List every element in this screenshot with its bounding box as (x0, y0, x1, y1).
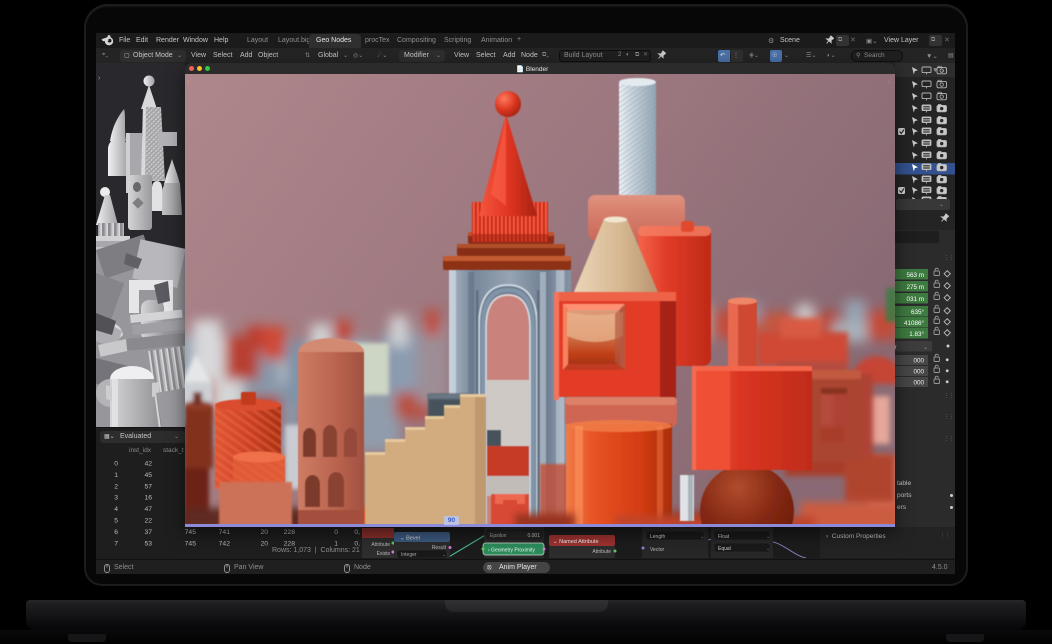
svg-text:275 m: 275 m (906, 284, 924, 291)
svg-text:⌄ Bevel: ⌄ Bevel (400, 536, 420, 542)
svg-text:031 m: 031 m (906, 296, 924, 303)
svg-text:742: 742 (219, 540, 231, 547)
svg-text:⌄: ⌄ (766, 534, 770, 540)
svg-text:42: 42 (144, 461, 152, 468)
svg-text:4: 4 (114, 506, 118, 513)
svg-text:6: 6 (114, 529, 118, 536)
svg-text:20: 20 (260, 540, 268, 547)
svg-text:22: 22 (144, 518, 152, 525)
svg-text:Attribute: Attribute (592, 549, 611, 555)
svg-text:2: 2 (114, 483, 118, 490)
svg-text:635°: 635° (911, 308, 925, 316)
svg-text:741: 741 (219, 529, 231, 536)
svg-text:000: 000 (913, 380, 924, 387)
svg-text:1: 1 (114, 472, 118, 479)
svg-text:Length: Length (650, 534, 666, 540)
svg-text:0: 0 (114, 461, 118, 468)
svg-text:000: 000 (913, 369, 924, 376)
svg-text:Attribute: Attribute (371, 542, 390, 548)
svg-text:000: 000 (913, 358, 924, 365)
svg-text:0: 0 (334, 529, 338, 536)
svg-text:⌄: ⌄ (766, 546, 770, 552)
svg-text:7: 7 (114, 540, 118, 547)
svg-text:57: 57 (144, 483, 152, 490)
svg-text:0,: 0, (354, 529, 360, 536)
svg-text:Float: Float (718, 534, 730, 540)
svg-text:20: 20 (260, 529, 268, 536)
svg-text:3: 3 (114, 495, 118, 502)
svg-text:Exists: Exists (377, 551, 391, 557)
svg-text:⌄: ⌄ (700, 534, 704, 540)
svg-text:563 m: 563 m (906, 272, 924, 279)
svg-text:Integer: Integer (401, 552, 417, 558)
svg-text:745: 745 (185, 540, 197, 547)
svg-text:745: 745 (185, 529, 197, 536)
svg-text:41086°: 41086° (904, 319, 925, 327)
svg-text:⌄ Named Attribute: ⌄ Named Attribute (553, 539, 599, 545)
svg-text:› Geometry Proximity: › Geometry Proximity (488, 548, 535, 554)
svg-text:Equal: Equal (718, 546, 731, 552)
svg-text:Epsilon: Epsilon (490, 533, 507, 539)
svg-text:47: 47 (144, 506, 152, 513)
svg-text:⌄: ⌄ (442, 552, 446, 558)
svg-text:45: 45 (144, 472, 152, 479)
svg-text:1.83°: 1.83° (909, 330, 924, 338)
svg-text:37: 37 (144, 529, 152, 536)
svg-text:0.001: 0.001 (527, 533, 540, 539)
svg-text:228: 228 (284, 529, 296, 536)
svg-text:16: 16 (144, 495, 152, 502)
svg-text:Vector: Vector (650, 547, 665, 553)
svg-text:5: 5 (114, 518, 118, 525)
svg-text:⌄: ⌄ (923, 345, 928, 351)
svg-text:53: 53 (144, 540, 152, 547)
